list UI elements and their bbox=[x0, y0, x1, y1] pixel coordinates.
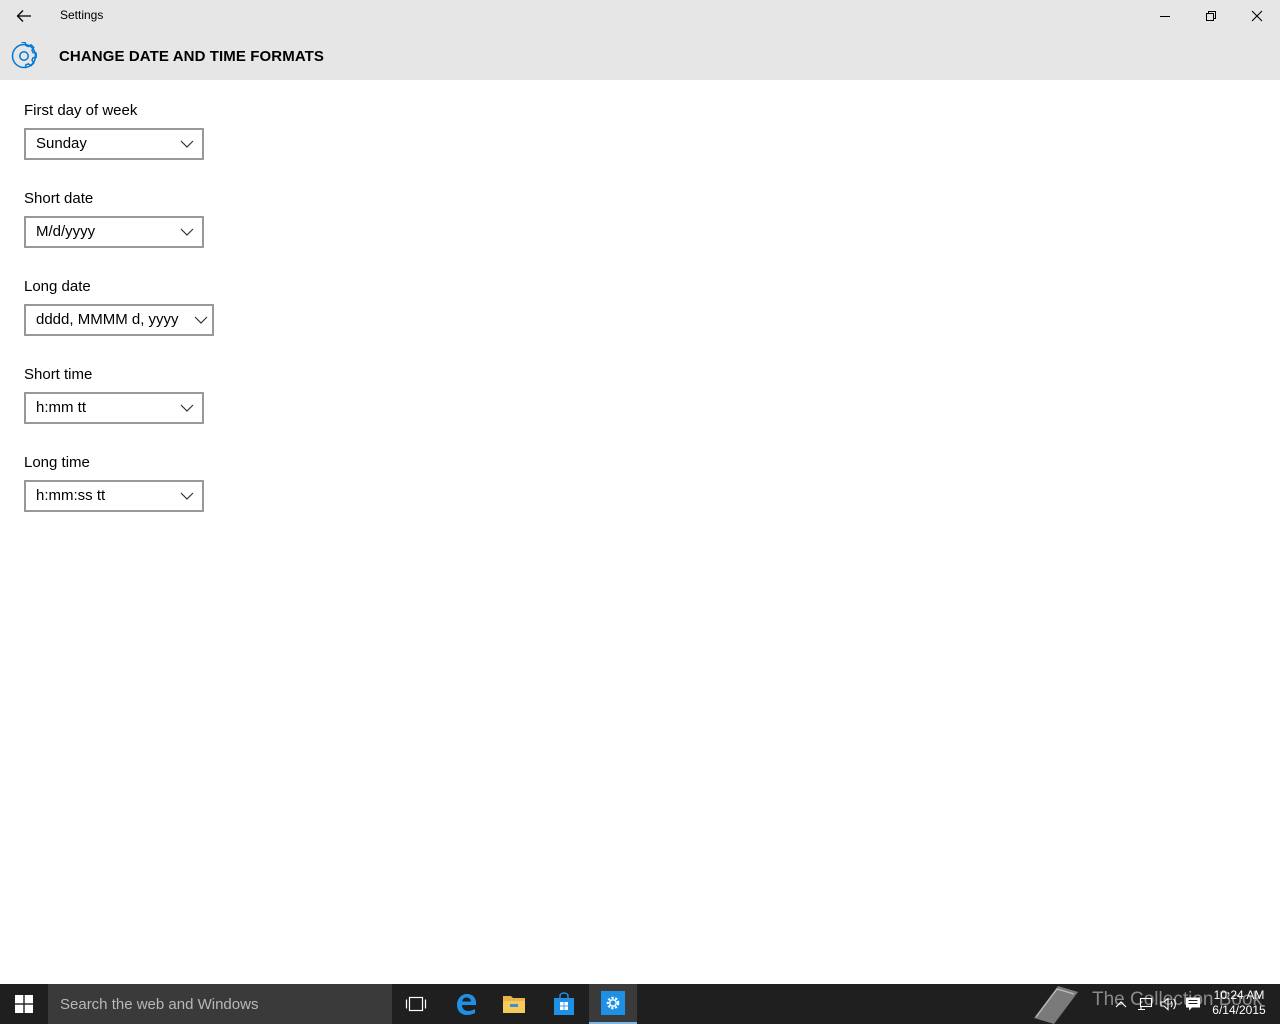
back-arrow-icon bbox=[16, 10, 31, 22]
start-button[interactable] bbox=[0, 984, 48, 1024]
short-time-label: Short time bbox=[24, 366, 93, 383]
show-hidden-icons-button[interactable] bbox=[1110, 984, 1132, 1024]
minimize-icon bbox=[1160, 16, 1170, 17]
page-title: CHANGE DATE AND TIME FORMATS bbox=[59, 48, 325, 65]
short-date-label: Short date bbox=[24, 190, 94, 207]
back-button[interactable] bbox=[0, 0, 48, 32]
first-day-of-week-label: First day of week bbox=[24, 102, 138, 119]
restore-icon bbox=[1206, 11, 1216, 21]
task-view-button[interactable] bbox=[392, 984, 440, 1024]
file-explorer-icon bbox=[503, 996, 525, 1013]
volume-button[interactable] bbox=[1158, 984, 1180, 1024]
edge-icon bbox=[457, 994, 476, 1015]
network-button[interactable] bbox=[1134, 984, 1156, 1024]
close-button[interactable] bbox=[1234, 0, 1280, 32]
clock-date: 6/14/2015 bbox=[1212, 1003, 1266, 1017]
chevron-up-icon bbox=[1115, 1001, 1127, 1008]
app-title: Settings bbox=[60, 8, 104, 22]
action-center-icon bbox=[1186, 997, 1200, 1011]
chevron-down-icon bbox=[194, 316, 208, 324]
long-time-label: Long time bbox=[24, 454, 90, 471]
file-explorer-button[interactable] bbox=[490, 984, 538, 1024]
volume-icon bbox=[1160, 997, 1176, 1011]
dropdown-value: Sunday bbox=[36, 135, 87, 152]
restore-button[interactable] bbox=[1188, 0, 1234, 32]
network-icon bbox=[1138, 997, 1153, 1011]
short-date-dropdown[interactable]: M/d/yyyy bbox=[24, 216, 204, 248]
chevron-down-icon bbox=[180, 404, 194, 412]
store-button[interactable] bbox=[540, 984, 588, 1024]
taskbar-search-box[interactable]: Search the web and Windows bbox=[48, 984, 392, 1024]
long-time-dropdown[interactable]: h:mm:ss tt bbox=[24, 480, 204, 512]
close-icon bbox=[1251, 10, 1263, 22]
taskbar-clock[interactable]: 10:24 AM 6/14/2015 bbox=[1206, 988, 1272, 1018]
task-view-icon bbox=[405, 996, 427, 1012]
chevron-down-icon bbox=[180, 228, 194, 236]
dropdown-value: dddd, MMMM d, yyyy bbox=[36, 311, 179, 328]
minimize-button[interactable] bbox=[1142, 0, 1188, 32]
dropdown-value: M/d/yyyy bbox=[36, 223, 96, 240]
gear-icon bbox=[11, 42, 37, 69]
first-day-of-week-dropdown[interactable]: Sunday bbox=[24, 128, 204, 160]
store-icon bbox=[554, 992, 574, 1015]
chevron-down-icon bbox=[180, 140, 194, 148]
book-icon bbox=[1034, 986, 1078, 1024]
settings-taskbar-button[interactable] bbox=[589, 984, 637, 1024]
long-date-label: Long date bbox=[24, 278, 91, 295]
settings-icon bbox=[606, 996, 620, 1010]
short-time-dropdown[interactable]: h:mm tt bbox=[24, 392, 204, 424]
action-center-button[interactable] bbox=[1182, 984, 1204, 1024]
windows-logo-icon bbox=[15, 995, 33, 1013]
title-bar: Settings bbox=[0, 0, 1280, 32]
clock-time: 10:24 AM bbox=[1213, 988, 1265, 1002]
chevron-down-icon bbox=[180, 492, 194, 500]
long-date-dropdown[interactable]: dddd, MMMM d, yyyy bbox=[24, 304, 214, 336]
edge-button[interactable] bbox=[442, 984, 490, 1024]
taskbar: Search the web and Windows The Collectio… bbox=[0, 984, 1280, 1024]
settings-tile bbox=[601, 991, 625, 1015]
dropdown-value: h:mm:ss tt bbox=[36, 487, 106, 504]
dropdown-value: h:mm tt bbox=[36, 399, 87, 416]
search-placeholder: Search the web and Windows bbox=[60, 996, 259, 1013]
page-header: CHANGE DATE AND TIME FORMATS bbox=[0, 32, 1280, 80]
